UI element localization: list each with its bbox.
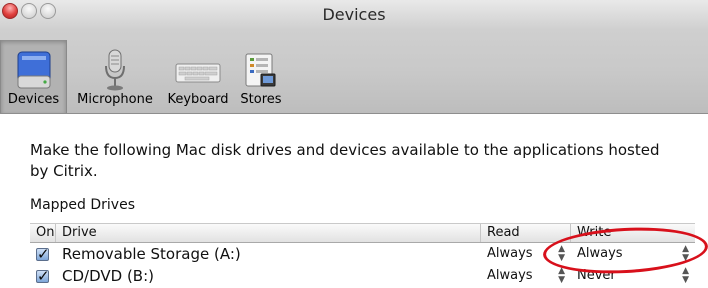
- tab-devices-label: Devices: [7, 92, 60, 107]
- hard-drive-icon: [17, 51, 50, 89]
- stores-icon: [245, 53, 276, 87]
- write-access-select[interactable]: Always ▲ ▼: [577, 243, 695, 265]
- drive-name: CD/DVD (B:): [62, 267, 154, 285]
- mapped-drives-heading: Mapped Drives: [30, 197, 135, 213]
- column-header-drive[interactable]: Drive: [56, 224, 481, 242]
- column-header-read[interactable]: Read: [481, 224, 571, 242]
- read-access-value: Always: [487, 246, 533, 261]
- tab-microphone[interactable]: Microphone: [69, 40, 161, 113]
- tab-keyboard-label: Keyboard: [167, 92, 229, 107]
- microphone-icon: [105, 49, 125, 91]
- table-row: CD/DVD (B:) Always ▲▼ Never ▲▼: [30, 265, 695, 287]
- tab-devices[interactable]: Devices: [0, 40, 67, 113]
- updown-arrows-icon: ▲ ▼: [558, 266, 565, 285]
- column-header-on[interactable]: On: [30, 224, 56, 242]
- drive-name: Removable Storage (A:): [62, 245, 241, 263]
- column-header-write[interactable]: Write: [571, 224, 695, 242]
- window-title: Devices: [322, 5, 386, 24]
- table-row: Removable Storage (A:) Always ▲▼ Always …: [30, 243, 695, 265]
- intro-text: Make the following Mac disk drives and d…: [30, 141, 660, 180]
- read-access-select[interactable]: Always ▲ ▼: [487, 265, 571, 287]
- tab-stores[interactable]: Stores: [235, 40, 287, 113]
- updown-arrows-icon: ▲ ▼: [558, 244, 565, 263]
- read-access-value: Always: [487, 268, 533, 283]
- write-access-value: Always: [577, 246, 623, 261]
- write-access-value: Never: [577, 268, 616, 283]
- updown-arrows-icon: ▲ ▼: [682, 244, 689, 263]
- table-header: On Drive Read Write: [30, 223, 695, 243]
- write-access-select[interactable]: Never ▲ ▼: [577, 265, 695, 287]
- read-access-select[interactable]: Always ▲ ▼: [487, 243, 571, 265]
- tab-keyboard[interactable]: Keyboard: [163, 40, 233, 113]
- drive-enabled-checkbox[interactable]: [36, 243, 50, 265]
- window-toolbar: Devices Devices Microphone Keyboard Stor…: [0, 0, 708, 114]
- mapped-drives-table: On Drive Read Write Removable Storage (A…: [30, 223, 695, 287]
- tab-microphone-label: Microphone: [77, 92, 153, 107]
- keyboard-icon: [175, 63, 221, 83]
- tab-stores-label: Stores: [240, 92, 282, 107]
- drive-enabled-checkbox[interactable]: [36, 265, 50, 287]
- updown-arrows-icon: ▲ ▼: [682, 266, 689, 285]
